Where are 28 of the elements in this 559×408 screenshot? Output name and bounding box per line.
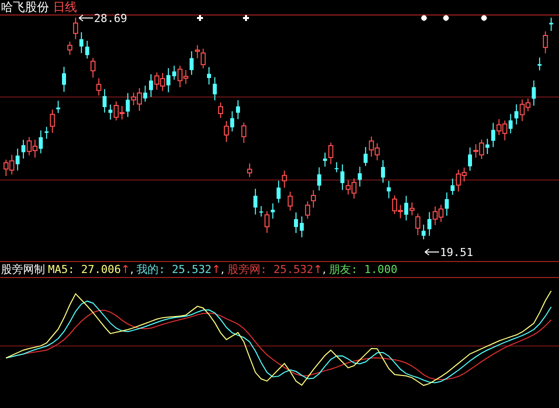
- separator: ,: [130, 262, 134, 276]
- separator: ,: [220, 262, 224, 276]
- price-label: 28.69: [94, 12, 128, 25]
- indicator-name: 股旁网制: [1, 262, 45, 276]
- period-label: 日线: [53, 0, 77, 14]
- trend-mark: ↑: [212, 262, 221, 276]
- indicator-value: 股旁网: 25.532: [227, 262, 314, 276]
- leader-arrow: [78, 14, 94, 22]
- candle: [241, 122, 246, 144]
- candle: [247, 162, 252, 178]
- candle: [253, 188, 258, 216]
- trend-mark: ↑: [313, 262, 322, 276]
- star-icon: [420, 14, 428, 22]
- leader-arrow: [424, 248, 440, 256]
- stock-name: 哈飞股份: [1, 0, 49, 14]
- trend-mark: ↑: [120, 262, 130, 276]
- candle: [538, 57, 542, 71]
- star-icon: [480, 14, 488, 22]
- price-label: 19.51: [440, 246, 474, 259]
- candle: [62, 66, 66, 92]
- cross-icon: [196, 14, 204, 22]
- separator: ,: [322, 262, 326, 276]
- indicator-value: 我的: 25.532: [136, 262, 212, 276]
- candle: [236, 100, 240, 120]
- indicator-value: 朋友: 1.000: [328, 262, 398, 276]
- star-icon: [442, 14, 450, 22]
- indicator-value: MA5: 27.006: [48, 262, 121, 276]
- cross-icon: [242, 14, 250, 22]
